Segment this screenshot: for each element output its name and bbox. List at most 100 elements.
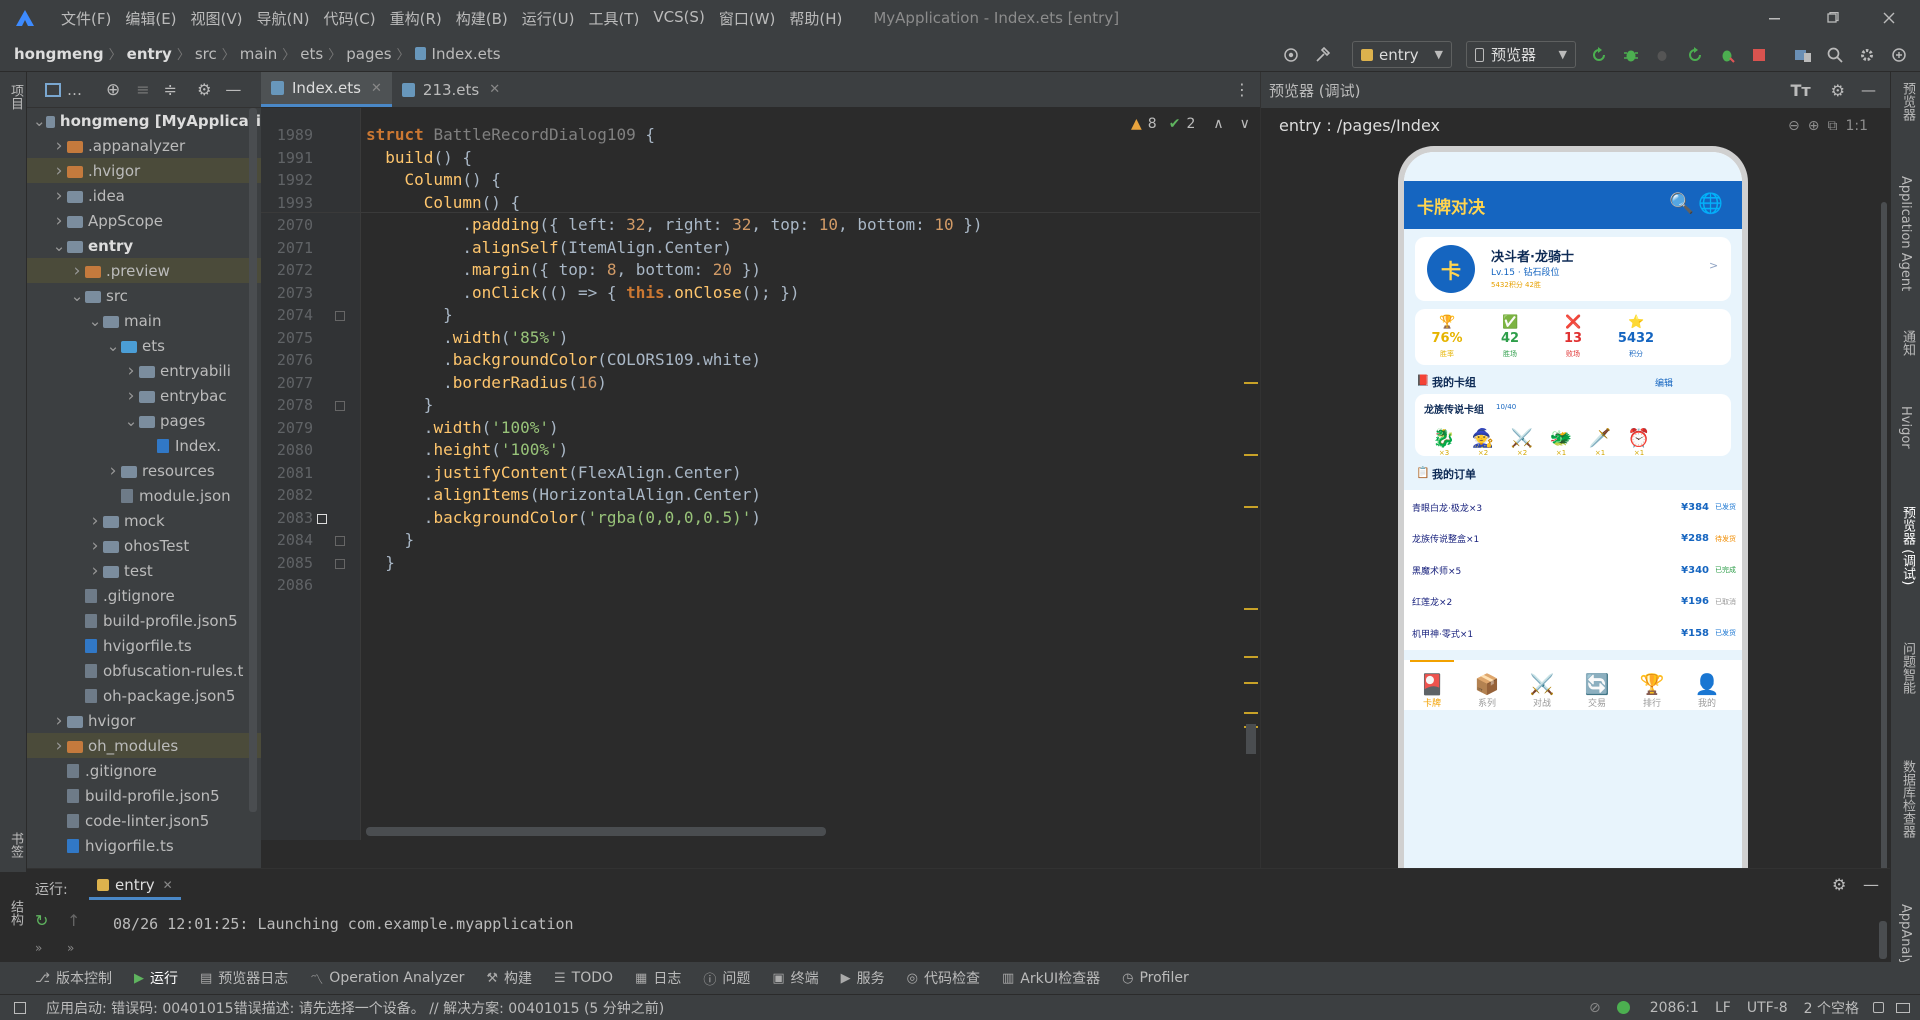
tool-window-button[interactable]: ▶ 服务 bbox=[830, 968, 896, 988]
error-stripe[interactable] bbox=[1242, 108, 1260, 840]
menu-item[interactable]: 代码(C) bbox=[316, 8, 382, 29]
lock-icon[interactable] bbox=[1873, 1002, 1884, 1013]
database-inspector-tool-label[interactable]: 数据库检查器 bbox=[1898, 760, 1917, 838]
menu-item[interactable]: 编辑(E) bbox=[118, 8, 183, 29]
code-line[interactable]: .height('100%') bbox=[366, 440, 569, 459]
order-row[interactable]: 黑魔术师×5 ¥340 已完成 bbox=[1404, 553, 1742, 587]
expand-left-icon[interactable]: » bbox=[35, 941, 42, 955]
rerun-icon[interactable]: ↻ bbox=[35, 911, 48, 930]
prev-highlight-icon[interactable]: ∧ bbox=[1213, 116, 1223, 132]
nav-item[interactable]: 🎴 卡牌 bbox=[1404, 672, 1460, 709]
tool-window-button[interactable]: ▥ ArkUI检查器 bbox=[991, 968, 1111, 988]
code-line[interactable]: .width('100%') bbox=[366, 418, 559, 437]
chevron-right-icon[interactable]: › bbox=[51, 136, 67, 156]
nav-item[interactable]: 📦 系列 bbox=[1459, 672, 1515, 709]
previewer-tool-label[interactable]: 预览器 bbox=[1898, 82, 1917, 121]
hide-run-icon[interactable]: — bbox=[1863, 875, 1879, 894]
indent-setting[interactable]: 2 个空格 bbox=[1804, 998, 1859, 1018]
fit-screen-icon[interactable]: ⧉ bbox=[1827, 118, 1837, 134]
tree-item[interactable]: › .hvigor bbox=[27, 158, 261, 183]
tool-window-button[interactable]: ▶ 运行 bbox=[123, 968, 189, 988]
code-line[interactable]: .width('85%') bbox=[366, 328, 568, 347]
chevron-right-icon[interactable]: › bbox=[51, 186, 67, 206]
breadcrumb-item[interactable]: entry 〉 bbox=[127, 44, 195, 64]
run-config-select[interactable]: entry ▼ bbox=[1352, 41, 1452, 68]
order-row[interactable]: 龙族传说整盒×1 ¥288 待发货 bbox=[1404, 521, 1742, 556]
code-line[interactable]: .padding({ left: 32, right: 32, top: 10,… bbox=[366, 215, 982, 234]
menu-item[interactable]: 导航(N) bbox=[250, 8, 317, 29]
chevron-right-icon[interactable]: › bbox=[87, 561, 103, 581]
tool-window-button[interactable]: ▣ 终端 bbox=[761, 968, 829, 988]
no-sync-icon[interactable]: ⊘ bbox=[1589, 1000, 1601, 1016]
order-row[interactable]: 青眼白龙·极龙×3 ¥384 已发货 bbox=[1404, 490, 1742, 524]
expand-all-icon[interactable]: ≑ bbox=[164, 80, 177, 99]
restore-icon[interactable] bbox=[1806, 0, 1860, 36]
application-agent-tool-label[interactable]: Application Agent bbox=[1898, 176, 1913, 291]
tree-item[interactable]: › hvigor bbox=[27, 708, 261, 733]
debug-icon[interactable] bbox=[1620, 42, 1642, 68]
tree-item[interactable]: › test bbox=[27, 558, 261, 583]
code-line[interactable]: .backgroundColor('rgba(0,0,0,0.5)') bbox=[366, 508, 761, 527]
file-encoding[interactable]: UTF-8 bbox=[1747, 1000, 1788, 1016]
globe-icon[interactable]: 🌐 bbox=[1698, 191, 1723, 215]
code-line[interactable]: } bbox=[366, 305, 453, 324]
hide-previewer-icon[interactable]: — bbox=[1861, 81, 1876, 99]
deck-edit-link[interactable]: 编辑 bbox=[1655, 376, 1673, 389]
tree-item[interactable]: › resources bbox=[27, 458, 261, 483]
chevron-right-icon[interactable]: › bbox=[123, 361, 139, 381]
horizontal-scrollbar[interactable] bbox=[366, 827, 826, 836]
caret-position[interactable]: 2086:1 bbox=[1650, 1000, 1699, 1016]
tree-item[interactable]: obfuscation-rules.t bbox=[27, 658, 261, 683]
code-line[interactable]: .alignItems(HorizontalAlign.Center) bbox=[366, 485, 761, 504]
deck-card-item[interactable]: ⏰ ×1 bbox=[1619, 428, 1659, 457]
target-icon[interactable] bbox=[1280, 42, 1302, 68]
chevron-right-icon[interactable]: › bbox=[51, 211, 67, 231]
device-select[interactable]: 预览器 ▼ bbox=[1466, 41, 1576, 68]
chevron-right-icon[interactable]: › bbox=[123, 386, 139, 406]
tree-item[interactable]: › oh_modules bbox=[27, 733, 261, 758]
locate-icon[interactable]: ⊕ bbox=[106, 80, 120, 100]
panel-menu-label[interactable]: … bbox=[67, 81, 82, 99]
menu-item[interactable]: 构建(B) bbox=[449, 8, 515, 29]
breadcrumb-item[interactable]: src 〉 bbox=[195, 44, 240, 64]
code-line[interactable]: .onClick(() => { this.onClose(); }) bbox=[366, 283, 799, 302]
hammer-icon[interactable] bbox=[1312, 42, 1334, 68]
nav-item[interactable]: 👤 我的 bbox=[1679, 672, 1735, 709]
chevron-down-icon[interactable]: ⌄ bbox=[105, 337, 121, 355]
tree-item[interactable]: build-profile.json5 bbox=[27, 608, 261, 633]
zoom-in-icon[interactable]: ⊕ bbox=[1808, 118, 1820, 134]
code-line[interactable]: .justifyContent(FlexAlign.Center) bbox=[366, 463, 742, 482]
tree-item[interactable]: oh-package.json5 bbox=[27, 683, 261, 708]
assistant-icon[interactable] bbox=[1888, 42, 1910, 68]
tool-window-button[interactable]: ◷ Profiler bbox=[1111, 970, 1200, 986]
order-row[interactable]: 红莲龙×2 ¥196 已取消 bbox=[1404, 584, 1742, 619]
tree-item[interactable]: hvigorfile.ts bbox=[27, 633, 261, 658]
close-tab-icon[interactable]: ✕ bbox=[163, 878, 173, 892]
bookmarks-tool-label[interactable]: 书签 bbox=[6, 832, 25, 858]
inspection-widget[interactable]: ▲ 8 ✔ 2 ∧ ∨ bbox=[1131, 116, 1250, 132]
code-line[interactable]: .backgroundColor(COLORS109.white) bbox=[366, 350, 761, 369]
tree-item[interactable]: hvigorfile.ts bbox=[27, 833, 261, 858]
order-row[interactable]: 机甲神·零式×1 ¥158 已发货 bbox=[1404, 616, 1742, 650]
close-tab-icon[interactable]: ✕ bbox=[489, 82, 500, 97]
code-line[interactable]: } bbox=[366, 530, 415, 549]
deck-card-item[interactable]: 🧙 ×2 bbox=[1463, 428, 1503, 457]
nav-item[interactable]: ⚔️ 对战 bbox=[1514, 672, 1570, 709]
tree-item[interactable]: › AppScope bbox=[27, 208, 261, 233]
device-manager-icon[interactable] bbox=[1792, 42, 1814, 68]
menu-item[interactable]: 窗口(W) bbox=[712, 8, 783, 29]
tool-window-button[interactable]: ▤ 预览器日志 bbox=[189, 968, 299, 988]
profile-card[interactable]: 卡 决斗者·龙骑士 Lv.15 · 钻石段位 5432积分 42胜 > bbox=[1415, 237, 1731, 301]
tree-item[interactable]: code-linter.json5 bbox=[27, 808, 261, 833]
run-tab-entry[interactable]: entry ✕ bbox=[89, 872, 181, 900]
tree-item[interactable]: › entrybac bbox=[27, 383, 261, 408]
close-window-icon[interactable] bbox=[1862, 0, 1916, 36]
search-icon[interactable]: 🔍 bbox=[1669, 191, 1694, 215]
tab-213-ets[interactable]: 213.ets ✕ bbox=[392, 72, 510, 107]
deck-card-item[interactable]: ⚔️ ×2 bbox=[1502, 428, 1542, 457]
tree-item[interactable]: ⌄ hongmeng [MyApplicati bbox=[27, 108, 261, 133]
deck-card[interactable]: 龙族传说卡组 10/40 🐉 ×3 🧙 ×2 ⚔️ ×2 🐲 ×1 🗡️ ×1 ⏰ ×1 bbox=[1415, 394, 1731, 457]
tree-item[interactable]: .gitignore bbox=[27, 583, 261, 608]
collapse-all-icon[interactable]: ≡ bbox=[136, 80, 149, 99]
tool-window-button[interactable]: ⎇ 版本控制 bbox=[24, 968, 123, 988]
